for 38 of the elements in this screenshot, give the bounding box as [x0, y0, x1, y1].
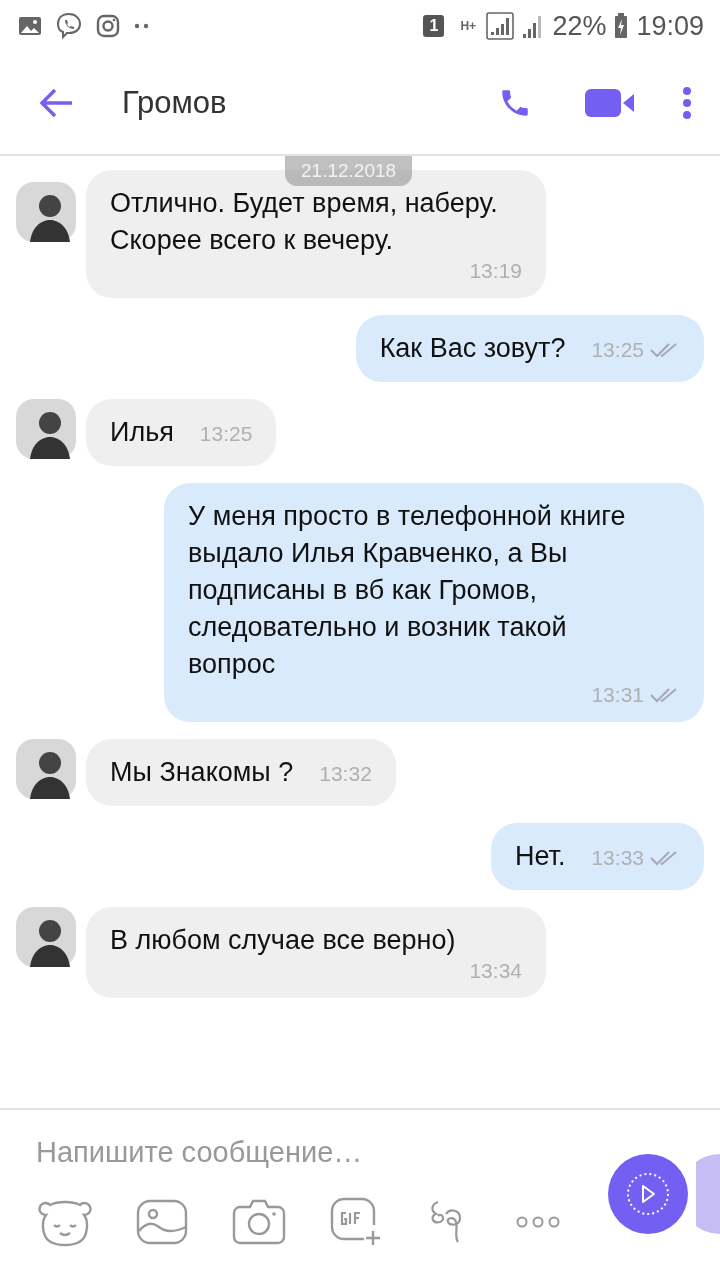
message-text: Отлично. Будет время, наберу. Скорее всего к вечеру. [110, 187, 499, 257]
message-time: 13:31 [591, 683, 644, 707]
message-time: 13:33 [591, 846, 644, 870]
image-icon[interactable] [136, 1199, 188, 1245]
message-text: Как Вас зовут? [379, 332, 566, 365]
message-time: 13:34 [469, 959, 522, 983]
battery-charging-icon [614, 13, 629, 39]
message-text: Илья [110, 416, 174, 449]
battery-level: 22% [552, 10, 607, 42]
back-arrow-icon[interactable] [38, 87, 74, 119]
record-video-button[interactable] [608, 1154, 688, 1234]
camera-icon[interactable] [232, 1199, 286, 1245]
clock: 19:09 [636, 10, 704, 42]
more-options-icon[interactable] [682, 86, 692, 120]
avatar[interactable] [16, 739, 76, 799]
contact-name: Громов [122, 85, 228, 121]
signal-icon [486, 12, 515, 40]
message-text: В любом случае все верно) [110, 924, 456, 957]
phone-bubble-icon [56, 12, 82, 40]
video-camera-icon[interactable] [584, 87, 636, 119]
network-type: H+ [460, 20, 478, 32]
message-time: 13:25 [199, 422, 253, 446]
sim-badge: 1 [423, 15, 445, 37]
avatar[interactable] [16, 182, 76, 242]
camera-icon [96, 14, 120, 38]
gallery-icon [18, 16, 42, 36]
message-time: 13:32 [319, 762, 372, 786]
more-icon[interactable] [516, 1215, 560, 1229]
message-text: Нет. [514, 840, 566, 873]
date-pill: 21.12.2018 [285, 156, 413, 186]
message-text: У меня просто в телефонной книге выдало Илья Кравченко, а Вы подписаны в вб как Громов, следовательно и возник такой вопрос [188, 500, 627, 681]
dots-icon [134, 23, 150, 29]
avatar[interactable] [16, 907, 76, 967]
message-time: 13:25 [591, 338, 644, 362]
message-text: Мы Знакомы ? [110, 756, 294, 789]
message-time: 13:19 [469, 259, 522, 283]
avatar[interactable] [16, 399, 76, 459]
message-input[interactable]: Напишите сообщение… [36, 1136, 576, 1169]
